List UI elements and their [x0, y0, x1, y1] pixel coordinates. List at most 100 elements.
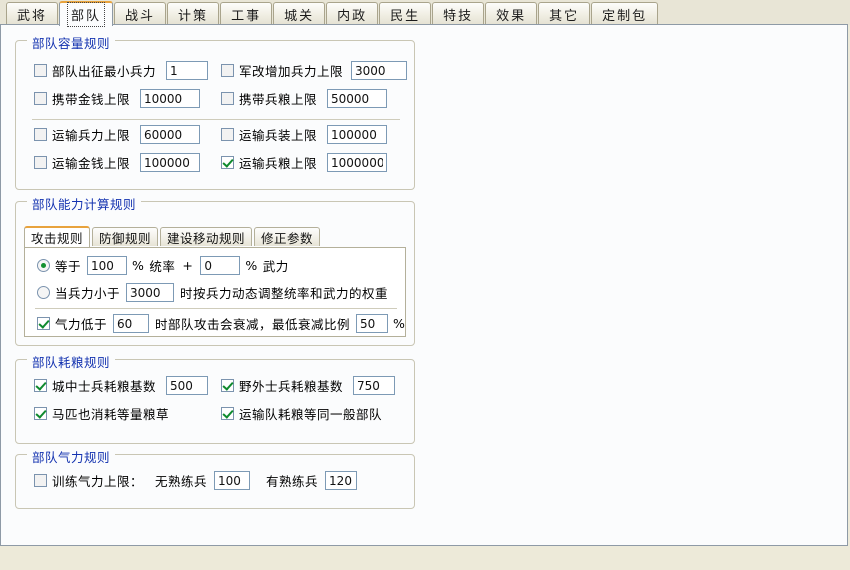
tab-xiaoguo[interactable]: 效果 [485, 2, 538, 25]
capacity-divider [32, 119, 400, 120]
input-dynamic-threshold[interactable] [126, 283, 175, 302]
checkbox-min-troops[interactable] [34, 64, 47, 77]
group-capacity-rules-title: 部队容量规则 [27, 33, 116, 52]
row-military-reform-cap[interactable]: 军改增加兵力上限 [221, 61, 408, 80]
tab-label: 特技 [443, 8, 474, 24]
label-dynamic-prefix: 当兵力小于 [55, 286, 121, 301]
input-untrained-cap[interactable] [214, 471, 251, 490]
tab-label: 计策 [178, 8, 209, 24]
main-tab-strip: 武将 部队 战斗 计策 工事 城关 内政 民生 特技 效果 其它 定制包 [0, 0, 850, 27]
input-force-weight[interactable] [200, 256, 241, 275]
ability-tab-strip: 攻击规则 防御规则 建设移动规则 修正参数 [24, 226, 322, 247]
tab-label: 部队 [67, 2, 106, 27]
label-training-morale-cap: 训练气力上限： [52, 474, 144, 489]
tab-teji[interactable]: 特技 [432, 2, 485, 25]
tab-zhandou[interactable]: 战斗 [114, 2, 167, 25]
row-transport-same-consume[interactable]: 运输队耗粮等同一般部队 [221, 404, 382, 423]
row-training-morale-cap[interactable]: 训练气力上限： 无熟练兵 有熟练兵 [34, 471, 358, 490]
tab-dingzhibao[interactable]: 定制包 [591, 2, 659, 25]
checkbox-transport-equip-cap[interactable] [221, 128, 234, 141]
label-plus-sign: + [182, 258, 194, 273]
input-carry-food-cap[interactable] [327, 89, 388, 108]
input-field-food-base[interactable] [353, 376, 396, 395]
input-leadership-weight[interactable] [87, 256, 128, 275]
inner-tab-build-move[interactable]: 建设移动规则 [160, 227, 253, 246]
row-carry-money-cap[interactable]: 携带金钱上限 [34, 89, 201, 108]
checkbox-carry-food-cap[interactable] [221, 92, 234, 105]
label-transport-troops-cap: 运输兵力上限 [52, 128, 131, 143]
attack-panel-divider [35, 308, 397, 309]
attack-rules-panel: 等于 % 统率 + % 武力 当兵力小于 时按兵力动态调整统率和武力的权重 气力… [24, 247, 406, 337]
label-carry-money-cap: 携带金钱上限 [52, 92, 131, 107]
inner-tab-label: 攻击规则 [31, 231, 84, 246]
input-trained-cap[interactable] [325, 471, 358, 490]
checkbox-transport-troops-cap[interactable] [34, 128, 47, 141]
row-transport-money-cap[interactable]: 运输金钱上限 [34, 153, 201, 172]
label-force: 武力 [262, 259, 289, 274]
row-transport-equip-cap[interactable]: 运输兵装上限 [221, 125, 388, 144]
tab-budui[interactable]: 部队 [59, 1, 114, 27]
inner-tab-correction[interactable]: 修正参数 [254, 227, 321, 246]
input-military-reform-cap[interactable] [351, 61, 408, 80]
radio-formula-fixed[interactable] [37, 259, 50, 272]
tab-gongshi[interactable]: 工事 [220, 2, 273, 25]
label-untrained: 无熟练兵 [155, 474, 208, 489]
group-ability-rules: 部队能力计算规则 攻击规则 防御规则 建设移动规则 修正参数 等于 % 统率 +… [15, 194, 415, 346]
input-morale-threshold[interactable] [113, 314, 150, 333]
row-transport-troops-cap[interactable]: 运输兵力上限 [34, 125, 201, 144]
row-city-food-base[interactable]: 城中士兵耗粮基数 [34, 376, 209, 395]
inner-tab-defense[interactable]: 防御规则 [92, 227, 159, 246]
tab-label: 城关 [284, 8, 315, 24]
radio-formula-dynamic[interactable] [37, 286, 50, 299]
label-transport-equip-cap: 运输兵装上限 [239, 128, 318, 143]
label-horse-consume: 马匹也消耗等量粮草 [52, 407, 170, 422]
row-horse-consume[interactable]: 马匹也消耗等量粮草 [34, 404, 169, 423]
tab-neizheng[interactable]: 内政 [326, 2, 379, 25]
group-ability-rules-title: 部队能力计算规则 [27, 194, 142, 213]
label-carry-food-cap: 携带兵粮上限 [239, 92, 318, 107]
checkbox-field-food-base[interactable] [221, 379, 234, 392]
label-military-reform-cap: 军改增加兵力上限 [239, 64, 344, 79]
label-pct-leadership: % [132, 258, 145, 273]
tab-qita[interactable]: 其它 [538, 2, 591, 25]
input-transport-troops-cap[interactable] [140, 125, 201, 144]
input-morale-min-ratio[interactable] [356, 314, 389, 333]
checkbox-horse-consume[interactable] [34, 407, 47, 420]
input-min-troops[interactable] [166, 61, 209, 80]
input-transport-food-cap[interactable] [327, 153, 388, 172]
tab-minsheng[interactable]: 民生 [379, 2, 432, 25]
tab-label: 定制包 [602, 8, 648, 24]
inner-tab-attack[interactable]: 攻击规则 [24, 226, 91, 247]
row-morale-decay[interactable]: 气力低于 时部队攻击会衰减，最低衰减比例 % [37, 314, 405, 333]
row-formula-dynamic[interactable]: 当兵力小于 时按兵力动态调整统率和武力的权重 [37, 283, 388, 302]
input-city-food-base[interactable] [166, 376, 209, 395]
label-transport-money-cap: 运输金钱上限 [52, 156, 131, 171]
tab-chengguan[interactable]: 城关 [273, 2, 326, 25]
input-transport-equip-cap[interactable] [327, 125, 388, 144]
inner-tab-label: 防御规则 [99, 230, 152, 246]
input-carry-money-cap[interactable] [140, 89, 201, 108]
label-pct-force: % [245, 258, 258, 273]
row-transport-food-cap[interactable]: 运输兵粮上限 [221, 153, 388, 172]
tab-wujiang[interactable]: 武将 [6, 2, 59, 25]
label-min-troops: 部队出征最小兵力 [52, 64, 157, 79]
checkbox-city-food-base[interactable] [34, 379, 47, 392]
row-formula-fixed[interactable]: 等于 % 统率 + % 武力 [37, 256, 289, 275]
inner-tab-label: 建设移动规则 [167, 230, 246, 246]
row-carry-food-cap[interactable]: 携带兵粮上限 [221, 89, 388, 108]
checkbox-transport-money-cap[interactable] [34, 156, 47, 169]
label-city-food-base: 城中士兵耗粮基数 [52, 379, 157, 394]
tab-jice[interactable]: 计策 [167, 2, 220, 25]
checkbox-morale-decay[interactable] [37, 317, 50, 330]
row-field-food-base[interactable]: 野外士兵耗粮基数 [221, 376, 396, 395]
checkbox-transport-food-cap[interactable] [221, 156, 234, 169]
tab-content-panel: 部队容量规则 部队出征最小兵力 军改增加兵力上限 携带金钱上限 携带兵粮上限 运… [0, 24, 848, 546]
label-field-food-base: 野外士兵耗粮基数 [239, 379, 344, 394]
input-transport-money-cap[interactable] [140, 153, 201, 172]
label-dynamic-suffix: 时按兵力动态调整统率和武力的权重 [180, 286, 389, 301]
checkbox-carry-money-cap[interactable] [34, 92, 47, 105]
checkbox-transport-same-consume[interactable] [221, 407, 234, 420]
checkbox-training-morale-cap[interactable] [34, 474, 47, 487]
row-min-troops[interactable]: 部队出征最小兵力 [34, 61, 209, 80]
checkbox-military-reform-cap[interactable] [221, 64, 234, 77]
